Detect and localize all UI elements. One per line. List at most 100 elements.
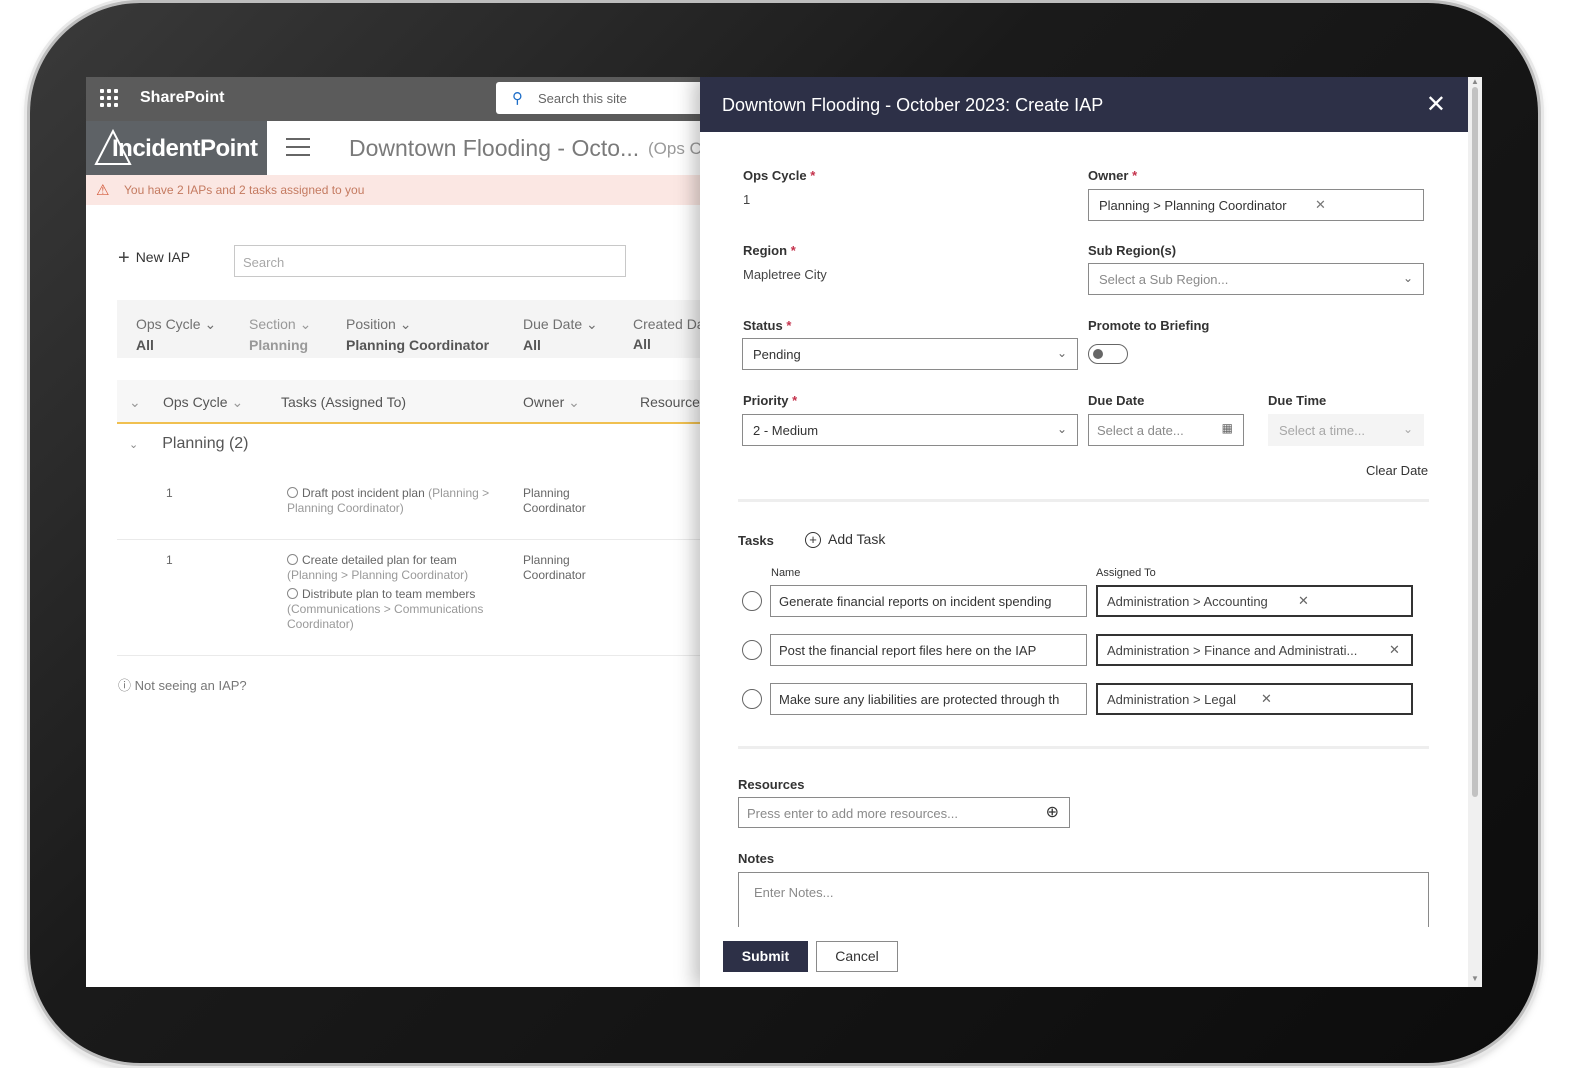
promote-label: Promote to Briefing — [1088, 318, 1210, 333]
page-title: Downtown Flooding - Octo... — [349, 135, 640, 161]
due-date-picker[interactable]: Select a date... ▦ — [1088, 414, 1244, 446]
task-item[interactable]: Create detailed plan for team (Planning … — [287, 553, 507, 583]
column-label: Ops Cycle — [163, 394, 228, 410]
collapse-all-chevron-icon[interactable]: ⌄ — [129, 394, 141, 411]
panel-title: Downtown Flooding - October 2023: Create… — [722, 95, 1104, 115]
logo-text: IncidentPoint — [112, 135, 258, 162]
chevron-down-icon: ⌄ — [129, 439, 139, 451]
panel-header: Downtown Flooding - October 2023: Create… — [700, 77, 1468, 132]
column-ops-cycle[interactable]: Ops Cycle ⌄ — [163, 394, 243, 411]
notes-textarea[interactable]: Enter Notes... — [738, 872, 1429, 927]
filter-section[interactable]: Section ⌄ Planning — [249, 316, 311, 353]
list-search-input[interactable]: Search — [234, 245, 626, 277]
warning-icon: ⚠ — [96, 182, 110, 199]
resources-placeholder: Press enter to add more resources... — [747, 806, 958, 821]
remove-assignee-icon[interactable]: ✕ — [1389, 642, 1400, 658]
incidentpoint-logo[interactable]: IncidentPoint — [86, 121, 267, 175]
task-name-input[interactable]: Generate financial reports on incident s… — [770, 585, 1087, 617]
close-icon[interactable]: ✕ — [1426, 90, 1446, 119]
scroll-down-icon[interactable]: ▼ — [1471, 974, 1479, 983]
status-dropdown[interactable]: Pending ⌄ — [742, 338, 1078, 370]
group-header-planning[interactable]: ⌄ Planning (2) — [117, 435, 249, 453]
notes-placeholder: Enter Notes... — [754, 885, 834, 900]
remove-assignee-icon[interactable]: ✕ — [1298, 593, 1309, 609]
calendar-icon: ▦ — [1221, 421, 1233, 435]
row-tasks: Create detailed plan for team (Planning … — [287, 553, 507, 636]
clear-date-link[interactable]: Clear Date — [1366, 463, 1428, 478]
filter-value: All — [523, 337, 541, 353]
priority-label: Priority * — [743, 393, 798, 408]
promote-to-briefing-toggle[interactable] — [1088, 344, 1128, 364]
hamburger-menu-icon[interactable] — [286, 138, 310, 158]
task-name-input[interactable]: Make sure any liabilities are protected … — [770, 683, 1087, 715]
task-assignee-picker[interactable]: Administration > Finance and Administrat… — [1096, 634, 1413, 666]
region-label: Region * — [743, 243, 796, 258]
resources-input[interactable]: Press enter to add more resources... ⊕ — [738, 797, 1070, 828]
table-row[interactable]: 1 Create detailed plan for team (Plannin… — [117, 540, 700, 656]
status-label: Status * — [743, 318, 792, 333]
chevron-down-icon: ⌄ — [1402, 422, 1413, 436]
scrollbar-thumb[interactable] — [1472, 87, 1478, 797]
filter-label: Created Da — [633, 316, 705, 332]
task-complete-radio[interactable] — [742, 640, 762, 660]
due-time-dropdown[interactable]: Select a time... ⌄ — [1268, 414, 1424, 446]
task-item[interactable]: Distribute plan to team members (Communi… — [287, 587, 507, 632]
chevron-down-icon: ⌄ — [1402, 271, 1413, 285]
ops-cycle-label: Ops Cycle * — [743, 168, 816, 183]
new-iap-button[interactable]: + New IAP — [118, 247, 190, 270]
site-search-box[interactable]: ⚲ Search this site — [496, 82, 706, 114]
task-name-input[interactable]: Post the financial report files here on … — [770, 634, 1087, 666]
owner-label: Owner * — [1088, 168, 1138, 183]
notes-label: Notes — [738, 851, 775, 866]
task-assigned-column-label: Assigned To — [1096, 567, 1156, 579]
due-time-label: Due Time — [1268, 393, 1327, 408]
list-search-placeholder: Search — [243, 255, 285, 270]
screen: SharePoint ⚲ Search this site IncidentPo… — [86, 77, 1482, 987]
remove-owner-icon[interactable]: ✕ — [1315, 197, 1326, 213]
column-owner[interactable]: Owner ⌄ — [523, 394, 580, 411]
column-resources[interactable]: Resources — [640, 394, 707, 410]
sharepoint-title[interactable]: SharePoint — [140, 89, 224, 107]
filter-value: Planning Coordinator — [346, 337, 490, 353]
filter-position[interactable]: Position ⌄ Planning Coordinator — [346, 316, 489, 353]
add-resource-icon[interactable]: ⊕ — [1046, 802, 1059, 822]
task-name-value: Generate financial reports on incident s… — [779, 594, 1052, 609]
subregion-dropdown[interactable]: Select a Sub Region... ⌄ — [1088, 263, 1424, 295]
add-task-button[interactable]: + Add Task — [805, 531, 885, 548]
column-label: Owner — [523, 394, 565, 410]
remove-assignee-icon[interactable]: ✕ — [1261, 691, 1272, 707]
task-assignee-picker[interactable]: Administration > Legal ✕ — [1096, 683, 1413, 715]
task-item[interactable]: Draft post incident plan (Planning > Pla… — [287, 486, 507, 516]
task-complete-radio[interactable] — [742, 689, 762, 709]
panel-scrollbar[interactable]: ▲ ▼ — [1468, 77, 1482, 987]
task-assignee-value: Administration > Accounting — [1107, 594, 1268, 609]
task-complete-radio[interactable] — [742, 591, 762, 611]
priority-dropdown[interactable]: 2 - Medium ⌄ — [742, 414, 1078, 446]
task-assignee-value: Administration > Legal — [1107, 692, 1236, 707]
owner-picker[interactable]: Planning > Planning Coordinator ✕ — [1088, 189, 1424, 221]
row-owner: Planning Coordinator — [523, 486, 586, 515]
table-header: ⌄ Ops Cycle ⌄ Tasks (Assigned To) Owner … — [117, 380, 707, 424]
due-date-label: Due Date — [1088, 393, 1145, 408]
column-tasks[interactable]: Tasks (Assigned To) — [281, 394, 406, 410]
not-seeing-label: Not seeing an IAP? — [134, 678, 247, 693]
group-label: Planning (2) — [162, 435, 249, 452]
row-owner: Planning Coordinator — [523, 553, 586, 582]
table-row[interactable]: 1 Draft post incident plan (Planning > P… — [117, 472, 700, 540]
submit-button[interactable]: Submit — [723, 941, 808, 972]
add-circle-icon: + — [805, 532, 821, 548]
alert-text: You have 2 IAPs and 2 tasks assigned to … — [124, 183, 365, 197]
task-assignee-picker[interactable]: Administration > Accounting ✕ — [1096, 585, 1413, 617]
scroll-up-icon[interactable]: ▲ — [1471, 77, 1479, 86]
filter-value: All — [136, 337, 154, 353]
filter-due-date[interactable]: Due Date ⌄ All — [523, 316, 598, 353]
filter-created-date[interactable]: Created Da All — [633, 316, 705, 352]
filter-ops-cycle[interactable]: Ops Cycle ⌄ All — [136, 316, 216, 353]
not-seeing-iap-link[interactable]: ⓘ Not seeing an IAP? — [118, 675, 247, 694]
new-iap-label: New IAP — [135, 249, 191, 265]
filter-label: Section — [249, 316, 296, 332]
task-radio-icon — [287, 588, 298, 599]
chevron-down-icon: ⌄ — [1056, 346, 1067, 360]
cancel-button[interactable]: Cancel — [816, 941, 898, 972]
app-launcher-icon[interactable] — [100, 89, 118, 107]
